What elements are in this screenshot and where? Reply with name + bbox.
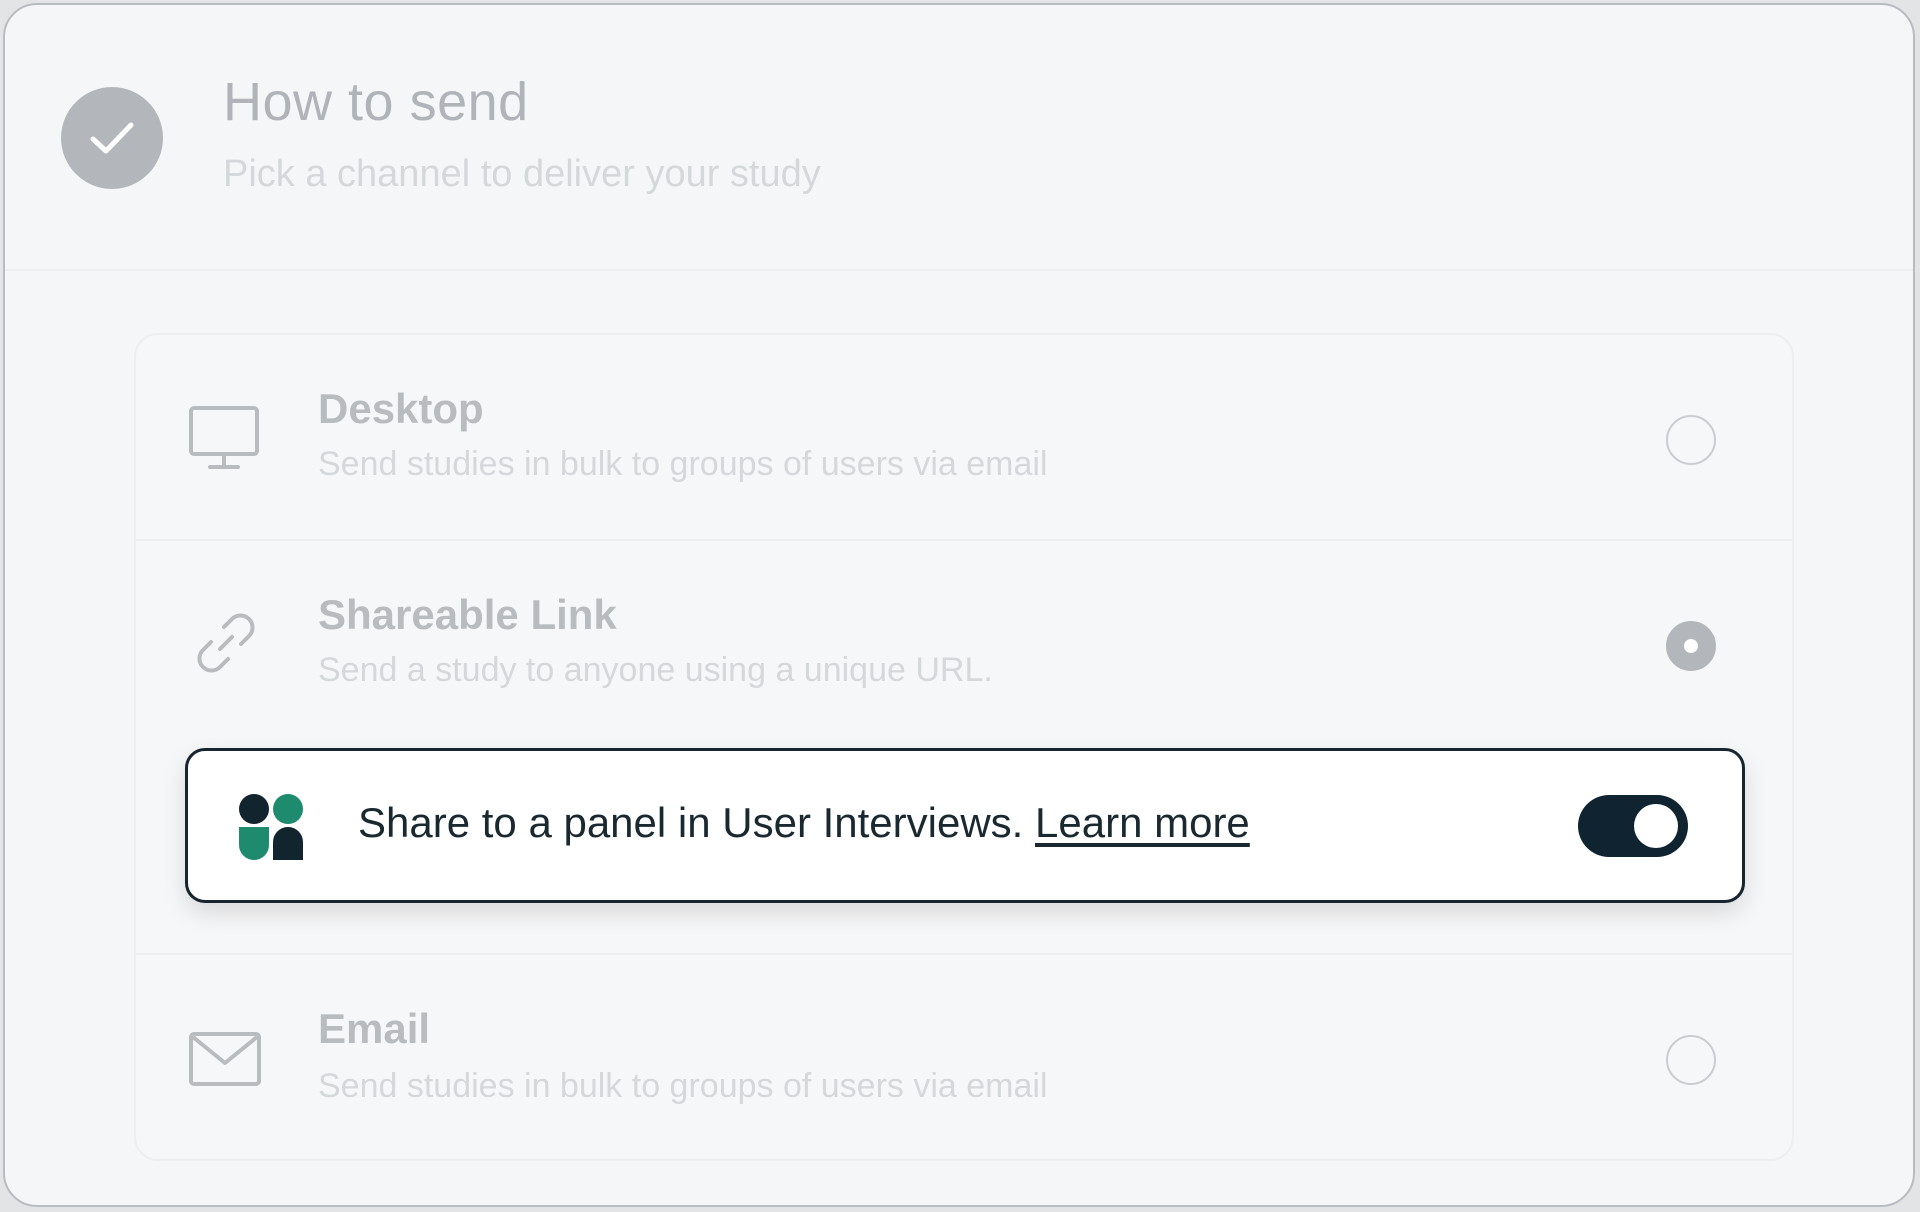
page-subtitle: Pick a channel to deliver your study [223,153,821,195]
how-to-send-card: How to send Pick a channel to deliver yo… [3,3,1915,1207]
toggle-knob [1634,804,1678,848]
option-desktop[interactable]: Desktop Send studies in bulk to groups o… [136,335,1792,539]
option-desktop-description: Send studies in bulk to groups of users … [318,445,1048,483]
option-email-title: Email [318,1005,431,1052]
option-email[interactable]: Email Send studies in bulk to groups of … [136,955,1792,1161]
link-icon [197,613,255,673]
option-shareable-link[interactable]: Shareable Link Send a study to anyone us… [136,541,1792,747]
check-icon [90,122,134,154]
option-shareable-link-title: Shareable Link [318,591,617,638]
share-to-panel-label: Share to a panel in User Interviews. [358,799,1024,846]
option-desktop-radio[interactable] [1666,415,1716,465]
step-complete-badge [61,87,163,189]
desktop-monitor-icon [189,406,259,469]
share-to-panel-box: Share to a panel in User Interviews. Lea… [185,748,1745,903]
channel-options-list: Desktop Send studies in bulk to groups o… [134,333,1794,1161]
card-header: How to send Pick a channel to deliver yo… [5,5,1913,271]
learn-more-link[interactable]: Learn more [1035,799,1250,846]
option-shareable-link-radio[interactable] [1666,621,1716,671]
option-email-radio[interactable] [1666,1035,1716,1085]
option-shareable-link-description: Send a study to anyone using a unique UR… [318,651,993,689]
share-to-panel-text: Share to a panel in User Interviews. Lea… [358,799,1250,847]
option-desktop-title: Desktop [318,385,484,432]
share-to-panel-toggle[interactable] [1578,795,1688,857]
user-interviews-logo-icon [239,794,303,860]
envelope-icon [189,1032,261,1086]
option-email-description: Send studies in bulk to groups of users … [318,1067,1048,1105]
page-title: How to send [223,72,529,132]
